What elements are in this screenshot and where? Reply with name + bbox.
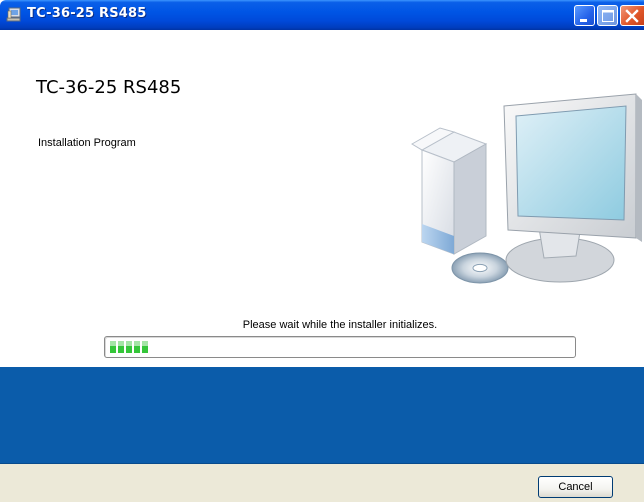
- title-bar[interactable]: TC-36-25 RS485: [0, 0, 644, 30]
- close-icon: [625, 9, 639, 23]
- maximize-icon: [602, 10, 614, 22]
- computer-setup-illustration: [411, 93, 642, 284]
- minimize-button[interactable]: [574, 5, 595, 26]
- window-title: TC-36-25 RS485: [27, 6, 147, 21]
- computer-icon: [6, 7, 21, 22]
- cancel-button[interactable]: Cancel: [538, 476, 613, 498]
- progress-fill: [110, 341, 148, 353]
- maximize-button[interactable]: [597, 5, 618, 26]
- progress-bar: [104, 336, 576, 358]
- close-button[interactable]: [620, 5, 644, 26]
- installation-subtitle: Installation Program: [38, 137, 136, 149]
- blue-band: [0, 367, 644, 463]
- status-text: Please wait while the installer initiali…: [242, 319, 438, 331]
- page-title: TC-36-25 RS485: [36, 77, 182, 98]
- minimize-icon: [580, 19, 587, 22]
